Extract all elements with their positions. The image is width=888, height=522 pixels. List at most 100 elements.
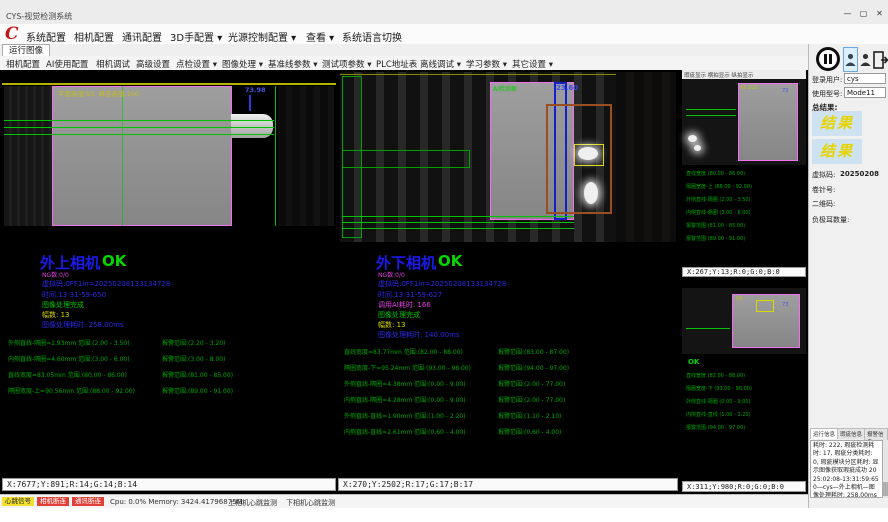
menu-system-config[interactable]: 系统配置 xyxy=(26,29,66,44)
measure-value: 直线宽度=83.77mm 范围:(82.00 - 88.00) xyxy=(344,347,463,356)
thumb1-row: 报警范围:(81.00 - 85.00) xyxy=(686,222,745,229)
pixel-coord-bar: X:7677;Y:891;R:14;G:14;B:14 xyxy=(2,478,336,491)
alarm-range: 报警范围:(81.00 - 85.00) xyxy=(162,370,233,379)
measurement-row: 隔圈宽度-下=95.24mm 范围:(93.00 - 98.00) 报警范围:(… xyxy=(338,363,678,371)
thumb1-row: 内侧直线-隔圈 (3.00 - 6.00) xyxy=(686,209,751,216)
tool-other-settings[interactable]: 其它设置 ▾ xyxy=(512,58,553,70)
measure-tag-line xyxy=(249,95,251,111)
ng-count-label: NG数:0/0 xyxy=(42,270,69,279)
tool-offline-debug[interactable]: 离线调试 ▾ xyxy=(420,58,461,70)
thumb1-roi-block xyxy=(738,83,798,161)
winding-pin-label: 卷针号: xyxy=(812,185,835,195)
green-guide-hline xyxy=(4,134,274,135)
user-button[interactable] xyxy=(860,51,872,69)
menu-3d-config[interactable]: 3D手配置 ▾ xyxy=(170,29,222,44)
yellow-defect-rect xyxy=(756,300,774,312)
virtual-code-line: 虚拟码:0FF1in=20250208133134728 xyxy=(378,279,506,289)
pause-button[interactable] xyxy=(816,47,840,71)
alarm-range: 报警范围:(1.10 - 2.10) xyxy=(498,411,561,420)
result-box-1: 结果 xyxy=(812,111,862,136)
menu-view[interactable]: 查看 ▾ xyxy=(306,29,334,44)
login-user-button[interactable] xyxy=(843,47,858,72)
tab-run-info[interactable]: 运行信息 xyxy=(810,428,838,439)
measurement-row: 内侧直线-直线=2.61mm 范围:(0.60 - 4.00) 报警范围:(0.… xyxy=(338,427,678,435)
run-log-text[interactable]: 耗时: 222, 瑕疵检测耗时: 17, 瑕疵分类耗时: 0, 瑕疵模块分区耗时… xyxy=(810,440,883,498)
left-camera-view[interactable]: 平面高值:93, 峰态高值:100 73.98 外上相机 OK NG数:0/0 … xyxy=(2,70,336,494)
tab-defect-info[interactable]: 瑕疵信息 xyxy=(837,428,865,439)
tool-ai-config[interactable]: AI使用配置 xyxy=(46,58,88,70)
measure-value: 隔圈宽度-下=95.24mm 范围:(93.00 - 98.00) xyxy=(344,363,471,372)
pause-icon xyxy=(829,54,832,64)
alarm-range: 报警范围:(83.00 - 87.00) xyxy=(498,347,569,356)
thumb2-row: 隔圈宽度-下 (93.00 - 98.00) xyxy=(686,385,752,392)
alarm-range: 报警范围:(2.00 - 77.00) xyxy=(498,395,565,404)
menu-camera-config[interactable]: 相机配置 xyxy=(74,29,114,44)
qr-code-label: 二维码: xyxy=(812,199,835,209)
model-field[interactable]: Mode11 xyxy=(844,87,886,98)
weld-glint xyxy=(688,135,697,142)
tool-plc-table[interactable]: PLC地址表 xyxy=(376,58,417,70)
tool-camera-config[interactable]: 相机配置 xyxy=(6,58,40,70)
measure-tag-label: 23.60 xyxy=(556,84,578,92)
center-camera-view[interactable]: AI检测框 23.60 外下相机 OK NG数:0/0 虚拟码:0FF1in=2… xyxy=(338,70,678,494)
menu-language-switch[interactable]: 系统语言切换 xyxy=(342,29,402,44)
process-done-line: 图像处理完成 xyxy=(42,300,84,310)
exit-door-icon xyxy=(873,51,888,69)
close-icon[interactable]: ✕ xyxy=(873,8,886,19)
thumb1-row: 隔圈宽度-上 (88.00 - 92.00) xyxy=(686,183,752,190)
minimize-icon[interactable]: — xyxy=(841,8,854,19)
green-guide-vline xyxy=(122,86,123,226)
measurement-row: 隔圈宽度-上=90.56mm 范围:(88.00 - 92.00) 报警范围:(… xyxy=(2,386,336,394)
measure-value: 直线宽度=83.05mm 范围:(80.00 - 86.00) xyxy=(8,370,127,379)
thumb1-row: 直线宽度 (80.00 - 86.00) xyxy=(686,170,745,177)
thumb1-row: 报警范围:(89.00 - 91.00) xyxy=(686,235,745,242)
menu-light-config[interactable]: 光源控制配置 ▾ xyxy=(228,29,296,44)
log-scrollbar-thumb[interactable] xyxy=(883,482,888,496)
user-icon xyxy=(860,53,871,66)
measurement-row: 内侧直线-隔圈=4.60mm 范围:(3.00 - 6.00) 报警范围:(3.… xyxy=(2,354,336,362)
tool-spot-check[interactable]: 点检设置 ▾ xyxy=(176,58,217,70)
virtual-code-label: 虚拟码: xyxy=(812,170,835,180)
green-guide-hline xyxy=(686,109,736,110)
login-user-field[interactable]: cys xyxy=(844,73,886,84)
time-line: 时间:13-31-59-627 xyxy=(378,290,442,300)
tool-baseline-param[interactable]: 基准线参数 ▾ xyxy=(268,58,317,70)
comm-disconnect-badge: 通讯断连 xyxy=(72,497,104,506)
thumb2-row: 直线宽度 (82.00 - 88.00) xyxy=(686,372,745,379)
virtual-code-value: 20250208 xyxy=(840,170,879,178)
baseline-yellow-line xyxy=(2,83,336,85)
tool-learn-param[interactable]: 学习参数 ▾ xyxy=(466,58,507,70)
maximize-icon[interactable]: ▢ xyxy=(857,8,870,19)
right-image-texture xyxy=(616,72,676,242)
measurement-row: 外侧直线-隔圈=4.38mm 范围:(0.00 - 9.00) 报警范围:(2.… xyxy=(338,379,678,387)
tool-advanced[interactable]: 高级设置 xyxy=(136,58,170,70)
green-roi-rect xyxy=(342,150,470,168)
measure-value: 外侧直线-隔圈=4.38mm 范围:(0.00 - 9.00) xyxy=(344,379,466,388)
thumb-options-strip[interactable]: 瑕疵显示 横拍显示 纵拍显示 xyxy=(682,70,806,79)
tool-test-param[interactable]: 测试项参数 ▾ xyxy=(322,58,371,70)
process-done-line: 图像处理完成 xyxy=(378,310,420,320)
alarm-range: 报警范围:(3.00 - 8.00) xyxy=(162,354,225,363)
thumb2-yellow-tag: 93 xyxy=(736,296,742,302)
menu-bar: C 系统配置 相机配置 通讯配置 3D手配置 ▾ 光源控制配置 ▾ 查看 ▾ 系… xyxy=(0,24,888,45)
green-guide-hline xyxy=(342,216,574,217)
tool-camera-debug[interactable]: 相机调试 xyxy=(96,58,130,70)
elapsed-line: 图像处理耗时: 258.00ms xyxy=(42,320,124,330)
log-scrollbar[interactable] xyxy=(883,440,888,498)
measurement-row: 外侧直线-隔圈=2.93mm 范围:(2.00 - 3.50) 报警范围:(2.… xyxy=(2,338,336,346)
exit-button[interactable] xyxy=(873,49,888,71)
menu-comm-config[interactable]: 通讯配置 xyxy=(122,29,162,44)
right-sidebar: 登录用户: cys 使用型号: Mode11 总结果: 结果 结果 虚拟码: 2… xyxy=(808,44,888,508)
alarm-range: 报警范围:(0.60 - 4.00) xyxy=(498,427,561,436)
cpu-memory-status: Cpu: 0.0% Memory: 3424.41796875M xyxy=(110,498,243,506)
measure-value: 外侧直线-隔圈=2.93mm 范围:(2.00 - 3.50) xyxy=(8,338,130,347)
thumb1-image[interactable]: 93 100 73 xyxy=(682,79,806,165)
toolbar: 相机配置 AI使用配置 相机调试 高级设置 点检设置 ▾ 图像处理 ▾ 基准线参… xyxy=(0,56,808,71)
tool-image-process[interactable]: 图像处理 ▾ xyxy=(222,58,263,70)
measurement-row: 外侧直线-直线=1.90mm 范围:(1.00 - 2.20) 报警范围:(1.… xyxy=(338,411,678,419)
thumb2-image[interactable]: 93 73 xyxy=(682,288,806,354)
left-image-texture xyxy=(4,86,52,226)
alarm-range: 报警范围:(2.20 - 3.20) xyxy=(162,338,225,347)
alarm-range: 报警范围:(94.00 - 97.00) xyxy=(498,363,569,372)
pixel-coord-text: X:267;Y:13;R:0;G:0;B:0 xyxy=(687,268,780,276)
